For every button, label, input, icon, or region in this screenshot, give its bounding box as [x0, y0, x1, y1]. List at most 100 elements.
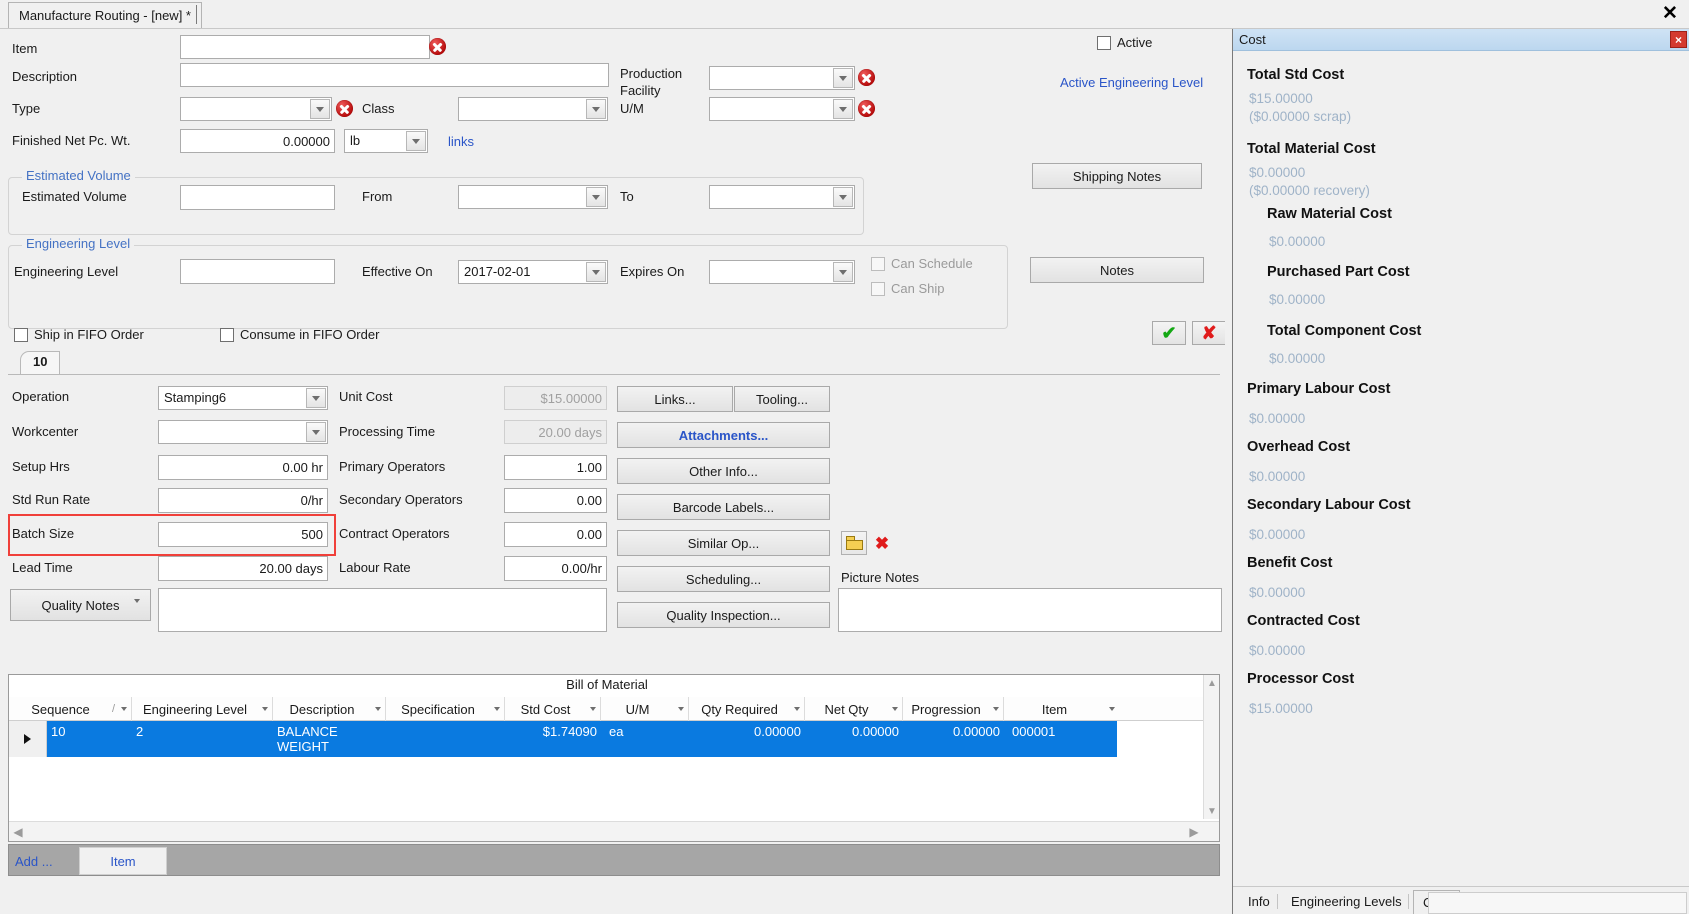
active-checkbox[interactable]: [1097, 36, 1111, 50]
estimated-volume-from-combo[interactable]: [458, 185, 608, 209]
scroll-down-icon[interactable]: ▼: [1204, 803, 1220, 819]
tab-info[interactable]: Info: [1239, 890, 1279, 914]
row-cells[interactable]: 10 2 BALANCE WEIGHT $1.74090 ea 0.00000 …: [47, 721, 1117, 757]
type-combo[interactable]: [180, 97, 332, 121]
vertical-splitter[interactable]: [1225, 29, 1230, 914]
quality-notes-input[interactable]: [158, 588, 607, 632]
bom-column-net-qty[interactable]: Net Qty: [805, 697, 903, 721]
production-facility-combo[interactable]: [709, 66, 855, 90]
bom-column-engineering-level[interactable]: Engineering Level: [132, 697, 273, 721]
close-icon[interactable]: ✕: [1659, 3, 1681, 25]
row-selector[interactable]: [9, 721, 47, 757]
estimated-volume-input[interactable]: [180, 185, 335, 210]
bom-vertical-scrollbar[interactable]: ▲ ▼: [1203, 675, 1219, 819]
expires-on-datepicker[interactable]: [709, 260, 855, 284]
chevron-down-icon[interactable]: [674, 707, 688, 711]
consume-fifo-checkbox[interactable]: [220, 328, 234, 342]
chevron-down-icon[interactable]: [490, 707, 504, 711]
scroll-up-icon[interactable]: ▲: [1204, 675, 1220, 691]
operation-tab-10[interactable]: 10: [20, 351, 61, 375]
description-input[interactable]: [180, 63, 609, 87]
bom-column-uom[interactable]: U/M: [601, 697, 689, 721]
primary-operators-input[interactable]: [504, 455, 607, 480]
can-schedule-checkbox[interactable]: [871, 257, 885, 271]
bom-horizontal-scrollbar[interactable]: ◀ ▶: [9, 821, 1219, 841]
notes-button[interactable]: Notes: [1030, 257, 1204, 283]
delete-picture-button[interactable]: ✖: [869, 531, 895, 555]
chevron-down-icon[interactable]: [406, 131, 426, 151]
secondary-operators-input[interactable]: [504, 488, 607, 513]
bom-column-std-cost[interactable]: Std Cost: [505, 697, 601, 721]
chevron-down-icon[interactable]: [258, 707, 272, 711]
chevron-down-icon[interactable]: [888, 707, 902, 711]
scroll-left-icon[interactable]: ◀: [9, 822, 27, 841]
bom-column-specification[interactable]: Specification: [386, 697, 505, 721]
table-row[interactable]: 10 2 BALANCE WEIGHT $1.74090 ea 0.00000 …: [9, 721, 1205, 757]
add-link[interactable]: Add ...: [15, 854, 53, 869]
chevron-down-icon[interactable]: [833, 262, 853, 282]
other-info-button[interactable]: Other Info...: [617, 458, 830, 484]
tooling-button[interactable]: Tooling...: [734, 386, 830, 412]
chevron-down-icon[interactable]: [833, 187, 853, 207]
bom-column-progression[interactable]: Progression: [903, 697, 1004, 721]
chevron-down-icon[interactable]: [586, 187, 606, 207]
bom-column-item[interactable]: Item: [1004, 697, 1119, 721]
item-input[interactable]: [180, 35, 430, 59]
active-engineering-level-link[interactable]: Active Engineering Level: [1060, 75, 1203, 90]
chevron-down-icon[interactable]: [371, 707, 385, 711]
similar-op-button[interactable]: Similar Op...: [617, 530, 830, 556]
workcenter-combo[interactable]: [158, 420, 328, 444]
accept-button[interactable]: ✔: [1152, 321, 1186, 345]
add-item-button[interactable]: Item: [79, 847, 167, 875]
can-ship-checkbox[interactable]: [871, 282, 885, 296]
std-run-rate-input[interactable]: [158, 488, 328, 513]
document-tab-manufacture-routing[interactable]: Manufacture Routing - [new] *: [8, 2, 202, 28]
chevron-down-icon[interactable]: [586, 262, 606, 282]
chevron-down-icon[interactable]: [586, 99, 606, 119]
operation-combo[interactable]: Stamping6: [158, 386, 328, 410]
chevron-down-icon[interactable]: [310, 99, 330, 119]
scroll-right-icon[interactable]: ▶: [1185, 822, 1203, 841]
bom-column-sequence[interactable]: Sequence /: [9, 697, 132, 721]
chevron-down-icon[interactable]: [833, 68, 853, 88]
setup-hrs-input[interactable]: [158, 455, 328, 480]
effective-on-datepicker[interactable]: 2017-02-01: [458, 260, 608, 284]
links-button[interactable]: Links...: [617, 386, 733, 412]
chevron-down-icon[interactable]: [306, 422, 326, 442]
chevron-down-icon[interactable]: [1105, 707, 1119, 711]
estimated-volume-to-combo[interactable]: [709, 185, 855, 209]
chevron-down-icon[interactable]: [989, 707, 1003, 711]
chevron-down-icon[interactable]: [833, 99, 853, 119]
open-picture-button[interactable]: [841, 531, 867, 555]
finished-net-weight-uom-combo[interactable]: lb: [344, 129, 428, 153]
cost-panel-header: Cost ×: [1233, 29, 1689, 51]
engineering-level-input[interactable]: [180, 259, 335, 284]
class-combo[interactable]: [458, 97, 608, 121]
chevron-down-icon[interactable]: [586, 707, 600, 711]
shipping-notes-button[interactable]: Shipping Notes: [1032, 163, 1202, 189]
labour-rate-input[interactable]: [504, 556, 607, 581]
chevron-down-icon[interactable]: [134, 599, 140, 618]
quality-inspection-button[interactable]: Quality Inspection...: [617, 602, 830, 628]
ship-fifo-checkbox[interactable]: [14, 328, 28, 342]
tab-engineering-levels[interactable]: Engineering Levels: [1282, 890, 1411, 914]
barcode-labels-button[interactable]: Barcode Labels...: [617, 494, 830, 520]
links-link[interactable]: links: [448, 134, 474, 149]
lead-time-input[interactable]: [158, 556, 328, 581]
quality-notes-button[interactable]: Quality Notes: [10, 589, 151, 621]
picture-notes-input[interactable]: [838, 588, 1222, 632]
scheduling-button[interactable]: Scheduling...: [617, 566, 830, 592]
chevron-down-icon[interactable]: [790, 707, 804, 711]
bom-column-qty-required[interactable]: Qty Required: [689, 697, 805, 721]
close-icon[interactable]: ×: [1670, 31, 1687, 48]
bom-column-description[interactable]: Description: [273, 697, 386, 721]
uom-combo[interactable]: [709, 97, 855, 121]
cost-value-total-std-cost: $15.00000: [1249, 91, 1313, 106]
finished-net-weight-input[interactable]: [180, 129, 335, 153]
reject-button[interactable]: ✘: [1192, 321, 1226, 345]
contract-operators-input[interactable]: [504, 522, 607, 547]
batch-size-input[interactable]: [158, 522, 328, 547]
chevron-down-icon[interactable]: [306, 388, 326, 408]
attachments-button[interactable]: Attachments...: [617, 422, 830, 448]
chevron-down-icon[interactable]: [117, 707, 131, 711]
